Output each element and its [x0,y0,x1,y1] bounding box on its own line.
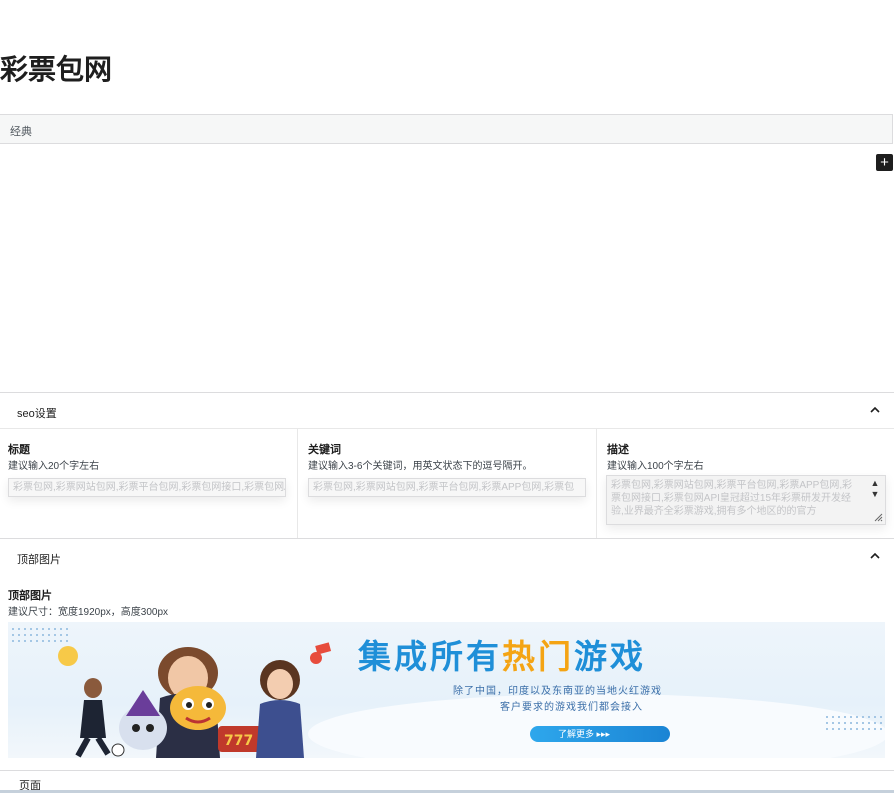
scroll-down-icon[interactable]: ▼ [868,489,882,499]
seo-keywords-field: 关键词 建议输入3-6个关键词，用英文状态下的逗号隔开。 彩票包网,彩票网站包网… [297,429,596,539]
field-help: 建议输入3-6个关键词，用英文状态下的逗号隔开。 [308,461,533,472]
image-field-help: 建议尺寸：宽度1920px，高度300px [8,607,169,618]
field-label: 标题 [8,444,30,456]
page-title: 彩票包网 [0,53,113,86]
field-label: 关键词 [308,444,341,456]
seo-description-textarea[interactable]: 彩票包网,彩票网站包网,彩票平台包网,彩票APP包网,彩票包网接口,彩票包网AP… [606,475,886,525]
field-help: 建议输入20个字左右 [8,461,100,472]
seo-description-field: 描述 建议输入100个字左右 彩票包网,彩票网站包网,彩票平台包网,彩票APP包… [596,429,894,539]
textarea-text: 彩票包网,彩票网站包网,彩票平台包网,彩票APP包网,彩票包网接口,彩票包网AP… [611,480,853,517]
image-field-label: 顶部图片 [8,590,52,602]
headline-part: 集成所有 [358,637,502,676]
seo-title-input[interactable]: 彩票包网,彩票网站包网,彩票平台包网,彩票包网接口,彩票包网APP [8,478,286,497]
chevron-up-icon[interactable] [868,549,882,563]
chevron-up-icon[interactable] [868,403,882,417]
top-banner-image[interactable]: 777 集成所有热门游戏 除了中国，印度以及东南亚的当地火红游戏 客户要求的游戏… [8,622,885,758]
banner-subtitle: 除了中国，印度以及东南亚的当地火红游戏 [453,686,662,697]
field-label: 描述 [607,444,629,456]
tab-classic[interactable]: 经典 [10,123,32,139]
headline-part: 游戏 [574,637,646,676]
svg-text:777: 777 [224,733,253,749]
add-block-button[interactable]: + [876,154,893,171]
image-panel-header[interactable]: 顶部图片 [0,538,894,575]
seo-fields: 标题 建议输入20个字左右 彩票包网,彩票网站包网,彩票平台包网,彩票包网接口,… [0,428,894,539]
dot-pattern [824,714,884,732]
editor-tab-bar: 经典 [0,114,893,144]
game-characters-illustration: 777 [58,642,332,758]
banner-headline: 集成所有热门游戏 [358,630,646,678]
banner-subtitle: 客户要求的游戏我们都会接入 [500,702,643,713]
seo-title-field: 标题 建议输入20个字左右 彩票包网,彩票网站包网,彩票平台包网,彩票包网接口,… [0,429,296,539]
image-panel-title: 顶部图片 [17,554,61,566]
seo-panel-title: seo设置 [17,408,57,420]
field-help: 建议输入100个字左右 [607,461,704,472]
scroll-up-icon[interactable]: ▲ [868,478,882,488]
seo-keywords-input[interactable]: 彩票包网,彩票网站包网,彩票平台包网,彩票APP包网,彩票包 [308,478,586,497]
banner-learn-more-button: 了解更多 ▸▸▸ [530,726,670,742]
seo-panel-header[interactable]: seo设置 [0,392,894,429]
resize-handle-icon[interactable] [873,512,883,522]
headline-part: 热门 [502,637,574,676]
plus-icon: + [880,154,889,171]
